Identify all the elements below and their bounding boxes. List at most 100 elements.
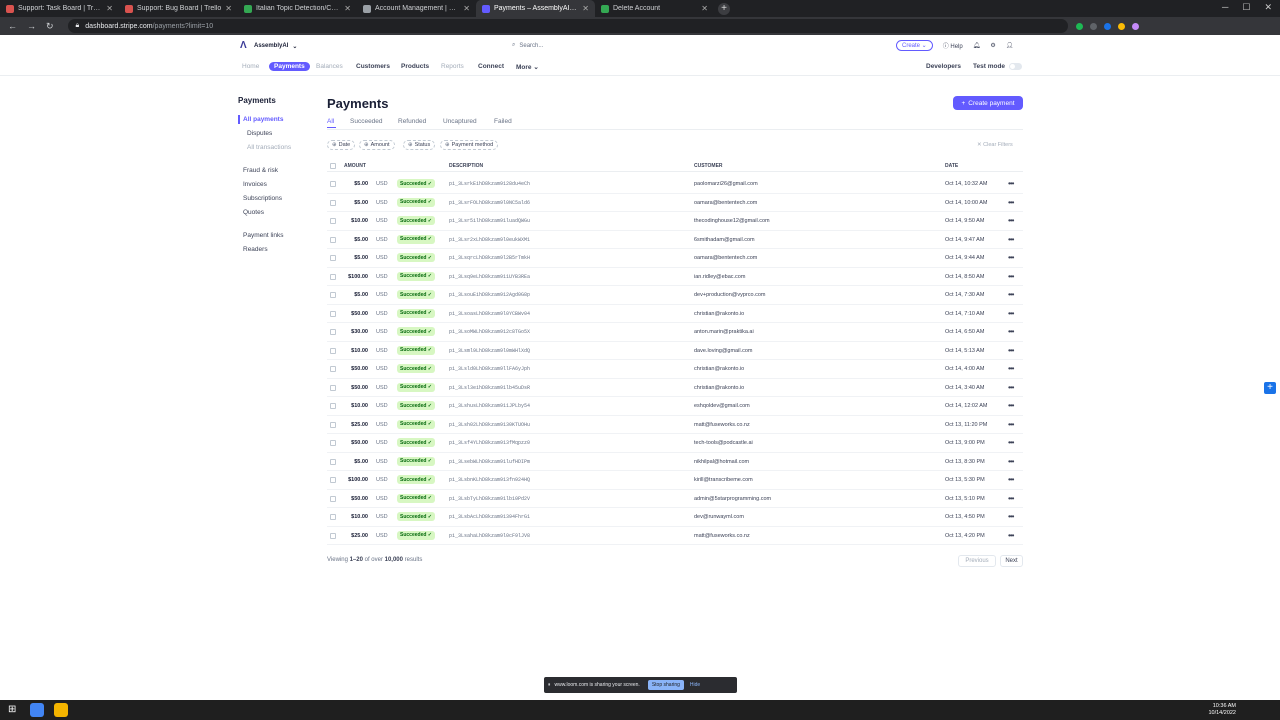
row-checkbox[interactable] — [330, 347, 336, 354]
column-header-customer[interactable]: CUSTOMER — [694, 163, 723, 169]
table-row[interactable]: $25.00 USD Succeeded ✓ pi_3Lsh02LhD8kzam913… — [327, 416, 1023, 434]
column-header-date[interactable]: DATE — [945, 163, 958, 169]
row-actions-icon[interactable]: ••• — [1008, 309, 1014, 318]
table-row[interactable]: $5.00 USD Succeeded ✓ pi_3LsouEihD8kzam912A… — [327, 286, 1023, 305]
table-row[interactable]: $10.00 USD Succeeded ✓ pi_3Lsr5ilhD8kzam91l… — [327, 212, 1023, 231]
bell-icon[interactable]: 🔔︎ — [973, 42, 981, 49]
filter-amount[interactable]: ⊕ Amount — [359, 140, 395, 150]
table-row[interactable]: $50.00 USD Succeeded ✓ pi_3Lsld0LhD8kzam9ll… — [327, 360, 1023, 379]
table-row[interactable]: $100.00 USD Succeeded ✓ pi_3Lsq9eLhD8kzam91… — [327, 268, 1023, 286]
row-checkbox[interactable] — [330, 310, 336, 317]
filter-payment-method[interactable]: ⊕ Payment method — [440, 140, 499, 150]
row-checkbox[interactable] — [330, 181, 336, 187]
table-row[interactable]: $50.00 USD Succeeded ✓ pi_3LsbTyLhD8kzam91l… — [327, 490, 1023, 508]
row-actions-icon[interactable]: ••• — [1008, 494, 1014, 503]
browser-tab[interactable]: Support: Bug Board | Trello ✕ — [119, 0, 238, 17]
row-actions-icon[interactable]: ••• — [1008, 438, 1014, 447]
row-checkbox[interactable] — [330, 421, 336, 428]
file-explorer-icon[interactable] — [54, 703, 68, 717]
row-checkbox[interactable] — [330, 366, 336, 372]
browser-tab[interactable]: Support: Task Board | Trello ✕ — [0, 0, 119, 17]
sidebar-item-subscriptions[interactable]: Subscriptions — [243, 195, 282, 202]
select-all-checkbox[interactable] — [330, 163, 336, 169]
create-button[interactable]: Create ⌄ — [896, 40, 933, 51]
extension-icon[interactable] — [1089, 22, 1097, 30]
extension-icon[interactable] — [1075, 22, 1083, 30]
column-header-amount[interactable]: AMOUNT — [344, 163, 366, 169]
close-tab-icon[interactable]: ✕ — [463, 4, 470, 13]
table-row[interactable]: $30.00 USD Succeeded ✓ pi_3LsoMWLhD8kzam912… — [327, 323, 1023, 342]
row-actions-icon[interactable]: ••• — [1008, 475, 1014, 484]
row-checkbox[interactable] — [330, 477, 336, 483]
chrome-icon[interactable] — [30, 703, 44, 717]
row-checkbox[interactable] — [330, 514, 336, 520]
row-actions-icon[interactable]: ••• — [1008, 383, 1014, 392]
row-checkbox[interactable] — [330, 329, 336, 335]
gear-icon[interactable]: ⚙ — [990, 42, 995, 49]
sidebar-item-readers[interactable]: Readers — [243, 246, 268, 253]
previous-button[interactable]: Previous — [958, 555, 996, 567]
test-mode-toggle[interactable]: Test mode — [973, 63, 1023, 70]
row-checkbox[interactable] — [330, 458, 336, 465]
row-actions-icon[interactable]: ••• — [1008, 327, 1014, 336]
table-row[interactable]: $5.00 USD Succeeded ✓ pi_3LsqrcLhD8kzam9l2B… — [327, 249, 1023, 268]
row-checkbox[interactable] — [330, 403, 336, 409]
row-actions-icon[interactable]: ••• — [1008, 198, 1014, 207]
close-tab-icon[interactable]: ✕ — [582, 4, 589, 13]
table-row[interactable]: $5.00 USD Succeeded ✓ pi_3LsebWLhD8kzam91lu… — [327, 453, 1023, 471]
next-button[interactable]: Next — [1000, 555, 1023, 567]
row-actions-icon[interactable]: ••• — [1008, 364, 1014, 373]
nav-reports[interactable]: Reports — [441, 63, 464, 70]
filter-status[interactable]: ⊕ Status — [403, 140, 436, 150]
table-row[interactable]: $50.00 USD Succeeded ✓ pi_3Lsf4YLhD8kzam913… — [327, 434, 1023, 453]
nav-connect[interactable]: Connect — [478, 63, 504, 70]
browser-tab[interactable]: Account Management | Retool✕ — [357, 0, 476, 17]
row-actions-icon[interactable]: ••• — [1008, 531, 1014, 540]
developers-link[interactable]: Developers — [926, 63, 961, 70]
close-window-icon[interactable]: ✕ — [1264, 2, 1272, 13]
stop-sharing-button[interactable]: Stop sharing — [647, 680, 684, 690]
windows-start-icon[interactable]: ⊞ — [8, 704, 16, 715]
table-row[interactable]: $10.00 USD Succeeded ✓ pi_3Lsml9LhD8kzam9l0… — [327, 342, 1023, 360]
row-actions-icon[interactable]: ••• — [1008, 179, 1014, 188]
row-checkbox[interactable] — [330, 273, 336, 280]
sidebar-item-all-transactions[interactable]: All transactions — [247, 144, 291, 151]
table-row[interactable]: $10.00 USD Succeeded ✓ pi_3LsbAcLhD8kzam913… — [327, 508, 1023, 527]
tab-refunded[interactable]: Refunded — [398, 118, 426, 125]
row-checkbox[interactable] — [330, 532, 336, 539]
row-checkbox[interactable] — [330, 255, 336, 261]
search-input[interactable]: ⌕ Search... — [512, 42, 543, 49]
nav-customers[interactable]: Customers — [356, 63, 390, 70]
table-row[interactable]: $10.00 USD Succeeded ✓ pi_3LshusLhD8kzam911… — [327, 397, 1023, 416]
row-checkbox[interactable] — [330, 199, 336, 206]
row-actions-icon[interactable]: ••• — [1008, 235, 1014, 244]
help-button[interactable]: ⓘ Help — [943, 41, 963, 50]
table-row[interactable]: $5.00 USD Succeeded ✓ pi_3Lsr2xLhD8kzam9l0e… — [327, 231, 1023, 249]
maximize-icon[interactable]: ☐ — [1242, 2, 1250, 13]
row-actions-icon[interactable]: ••• — [1008, 346, 1014, 355]
row-actions-icon[interactable]: ••• — [1008, 272, 1014, 281]
close-tab-icon[interactable]: ✕ — [344, 4, 351, 13]
sidebar-item-invoices[interactable]: Invoices — [243, 181, 267, 188]
clear-filters-button[interactable]: ✕ Clear Filters — [977, 142, 1013, 148]
sidebar-item-disputes[interactable]: Disputes — [247, 130, 272, 137]
tab-succeeded[interactable]: Succeeded — [350, 118, 383, 125]
close-tab-icon[interactable]: ✕ — [225, 4, 232, 13]
browser-tab[interactable]: Payments – AssemblyAI – Stripe ✕ — [476, 0, 595, 17]
nav-payments[interactable]: Payments — [269, 62, 310, 71]
tab-all[interactable]: All — [327, 118, 334, 125]
profile-avatar-icon[interactable] — [1131, 22, 1139, 30]
row-actions-icon[interactable]: ••• — [1008, 290, 1014, 299]
table-row[interactable]: $50.00 USD Succeeded ✓ pi_3Lsl3eihD8kzam91l… — [327, 379, 1023, 397]
row-actions-icon[interactable]: ••• — [1008, 512, 1014, 521]
table-row[interactable]: $100.00 USD Succeeded ✓ pi_3LsbnKLhD8kzam91… — [327, 471, 1023, 490]
new-tab-button[interactable]: + — [718, 2, 730, 15]
row-actions-icon[interactable]: ••• — [1008, 216, 1014, 225]
minimize-icon[interactable]: ─ — [1222, 2, 1228, 13]
nav-products[interactable]: Products — [401, 63, 429, 70]
row-actions-icon[interactable]: ••• — [1008, 457, 1014, 466]
forward-icon[interactable]: → — [27, 21, 36, 32]
row-checkbox[interactable] — [330, 218, 336, 224]
user-icon[interactable]: 👤︎ — [1006, 42, 1014, 49]
back-icon[interactable]: ← — [8, 21, 17, 32]
